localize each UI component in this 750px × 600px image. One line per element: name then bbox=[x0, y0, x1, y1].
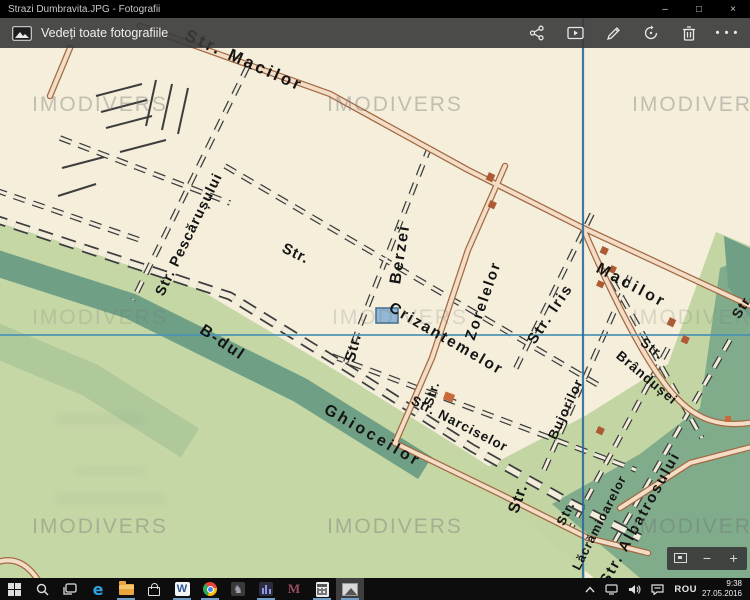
share-icon[interactable] bbox=[518, 18, 556, 48]
image-zoom-bar: − + bbox=[667, 547, 747, 570]
minimize-button[interactable]: – bbox=[648, 0, 682, 18]
watermark: IMODIVERS bbox=[632, 306, 750, 330]
taskbar-app-file-explorer[interactable] bbox=[112, 578, 140, 600]
store-icon bbox=[148, 587, 160, 596]
taskbar-app-dark[interactable]: ♞ bbox=[224, 578, 252, 600]
m-app-icon: M bbox=[288, 581, 300, 597]
maximize-button[interactable]: □ bbox=[682, 0, 716, 18]
view-all-photos-label: Vedeți toate fotografiile bbox=[41, 26, 168, 40]
watermark: IMODIVERS bbox=[632, 93, 750, 117]
search-icon[interactable] bbox=[28, 578, 56, 600]
taskbar-app-calculator[interactable] bbox=[308, 578, 336, 600]
task-view-button[interactable] bbox=[56, 578, 84, 600]
window-title: Strazi Dumbravita.JPG - Fotografii bbox=[0, 4, 648, 15]
map-faint-print bbox=[75, 466, 145, 476]
tray-chevron-icon[interactable] bbox=[580, 578, 600, 600]
watermark: IMODIVERS bbox=[32, 306, 168, 330]
view-all-photos-button[interactable]: Vedeți toate fotografiile bbox=[0, 18, 180, 48]
tray-language[interactable]: ROU bbox=[669, 578, 702, 600]
more-icon[interactable]: • • • bbox=[708, 18, 746, 48]
edge-icon: e bbox=[93, 580, 104, 599]
tray-time: 9:38 bbox=[702, 579, 742, 589]
chrome-icon bbox=[203, 582, 217, 596]
system-tray: ROU 9:38 27.05.2016 bbox=[580, 578, 750, 600]
tray-volume-icon[interactable] bbox=[623, 578, 646, 600]
taskbar-app-m[interactable]: M bbox=[280, 578, 308, 600]
screen: Str. MacilorStr. PescărușuluiStr.Crizant… bbox=[0, 0, 750, 600]
more-dots: • • • bbox=[716, 27, 739, 39]
title-bar: Strazi Dumbravita.JPG - Fotografii – □ × bbox=[0, 0, 750, 18]
tray-action-center-icon[interactable] bbox=[646, 578, 669, 600]
map-faint-print bbox=[55, 493, 165, 505]
fit-to-window-icon[interactable] bbox=[668, 547, 692, 570]
taskbar-app-edge[interactable]: e bbox=[84, 578, 112, 600]
close-button[interactable]: × bbox=[716, 0, 750, 18]
toolbar-actions: • • • bbox=[518, 18, 750, 48]
start-button[interactable] bbox=[0, 578, 28, 600]
edit-icon[interactable] bbox=[594, 18, 632, 48]
dark-app-icon: ♞ bbox=[231, 582, 245, 596]
music-app-icon bbox=[259, 582, 273, 596]
word-icon: W bbox=[175, 582, 190, 596]
watermark: IMODIVERS bbox=[32, 515, 168, 539]
tray-network-icon[interactable] bbox=[600, 578, 623, 600]
taskbar-app-chrome[interactable] bbox=[196, 578, 224, 600]
watermark: IMODIVERS bbox=[32, 93, 168, 117]
photo-map-dumbravita[interactable]: Str. MacilorStr. PescărușuluiStr.Crizant… bbox=[0, 18, 750, 578]
taskbar-app-photos[interactable] bbox=[336, 578, 364, 600]
rotate-icon[interactable] bbox=[632, 18, 670, 48]
delete-icon[interactable] bbox=[670, 18, 708, 48]
photos-icon bbox=[342, 583, 358, 596]
taskbar-app-store[interactable] bbox=[140, 578, 168, 600]
tray-date: 27.05.2016 bbox=[702, 589, 742, 599]
zoom-in-button[interactable]: + bbox=[722, 547, 746, 570]
file-explorer-icon bbox=[119, 584, 134, 595]
watermark: IMODIVERS bbox=[332, 306, 468, 330]
photos-app-icon bbox=[12, 26, 32, 41]
zoom-out-button[interactable]: − bbox=[695, 547, 719, 570]
slideshow-icon[interactable] bbox=[556, 18, 594, 48]
taskbar-app-word[interactable]: W bbox=[168, 578, 196, 600]
calculator-icon bbox=[316, 582, 329, 597]
taskbar-app-music[interactable] bbox=[252, 578, 280, 600]
tray-clock[interactable]: 9:38 27.05.2016 bbox=[702, 579, 750, 598]
watermark: IMODIVERS bbox=[327, 93, 463, 117]
taskbar: e W ♞ M bbox=[0, 578, 750, 600]
map-faint-print bbox=[55, 413, 145, 425]
watermark: IMODIVERS bbox=[327, 515, 463, 539]
photos-toolbar: Vedeți toate fotografiile bbox=[0, 18, 750, 48]
watermark: IMODIVERS bbox=[632, 515, 750, 539]
